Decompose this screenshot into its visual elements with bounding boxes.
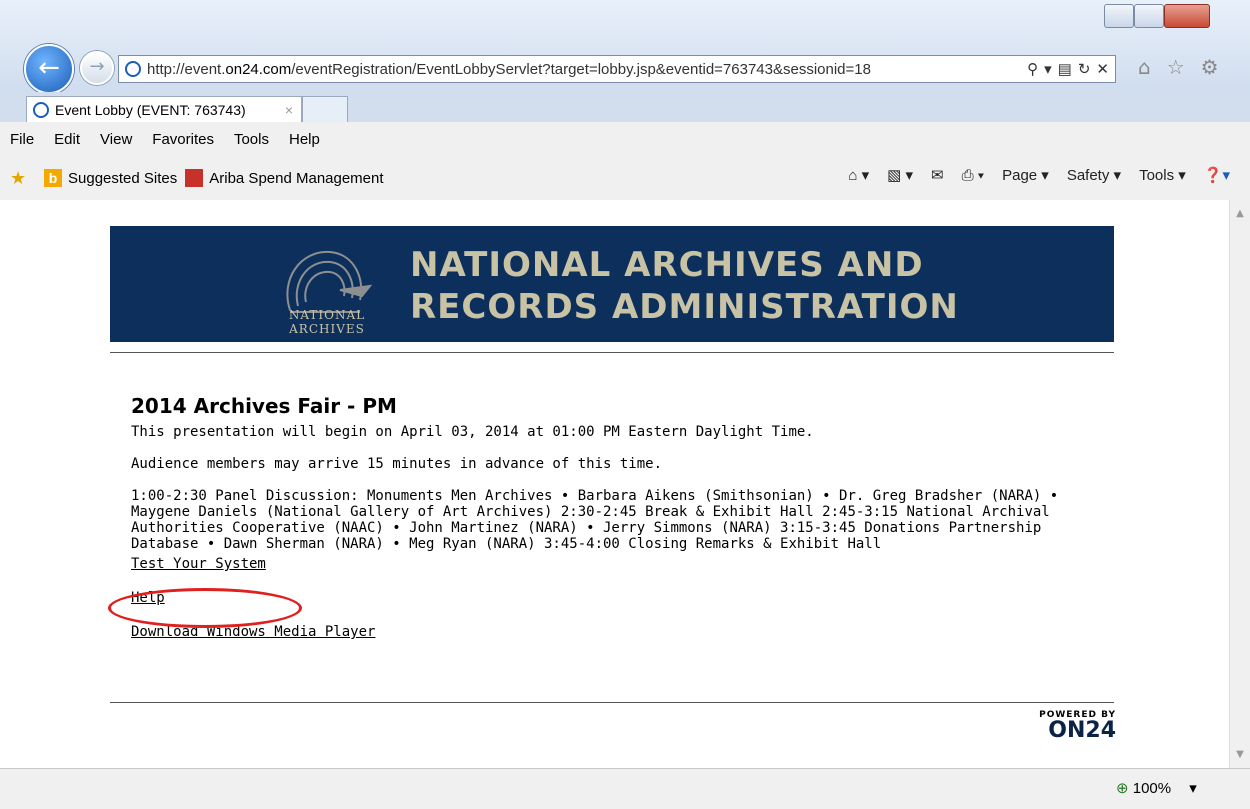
scroll-down-icon[interactable]: ▼	[1230, 749, 1250, 760]
test-system-link[interactable]: Test Your System	[131, 556, 1111, 572]
download-wmp-link[interactable]: Download Windows Media Player	[131, 624, 1111, 640]
banner-title-line1: NATIONAL ARCHIVES AND	[410, 245, 924, 285]
ariba-icon	[185, 169, 204, 187]
bottom-divider	[110, 702, 1114, 703]
fav-suggested-sites-label: Suggested Sites	[68, 169, 178, 187]
new-tab-button[interactable]	[302, 96, 348, 123]
page-menu[interactable]: Page ▾	[1002, 166, 1049, 184]
gear-icon[interactable]: ⚙	[1201, 55, 1219, 79]
back-button[interactable]: ←	[24, 44, 74, 94]
tab-event-lobby[interactable]: Event Lobby (EVENT: 763743) ×	[26, 96, 302, 123]
search-icon[interactable]: ⚲	[1027, 60, 1038, 78]
menu-file[interactable]: File	[0, 131, 44, 148]
banner-title-line2: RECORDS ADMINISTRATION	[410, 287, 959, 327]
dropdown-icon[interactable]: ▾	[1044, 60, 1052, 78]
status-bar: ⊕ 100% ▾	[0, 768, 1250, 809]
zoom-dropdown-icon[interactable]: ▾	[1189, 780, 1197, 797]
event-title: 2014 Archives Fair - PM	[131, 394, 397, 418]
home-icon[interactable]: ⌂	[1138, 55, 1151, 79]
tools-menu[interactable]: Tools ▾	[1139, 166, 1186, 184]
top-divider	[110, 352, 1114, 353]
seal-text-line1: NATIONAL	[288, 308, 366, 322]
zoom-control[interactable]: ⊕ 100% ▾	[1116, 779, 1197, 797]
fav-ariba[interactable]: Ariba Spend Management	[185, 169, 384, 187]
menu-bar: File Edit View Favorites Tools Help	[0, 122, 1250, 156]
event-begin-text: This presentation will begin on April 03…	[131, 424, 814, 440]
address-url[interactable]: http://event.on24.com/eventRegistration/…	[141, 61, 1021, 78]
tab-close-icon[interactable]: ×	[285, 102, 293, 118]
url-domain: on24.com	[225, 60, 292, 78]
back-arrow-icon: ←	[38, 53, 60, 83]
banner-title: NATIONAL ARCHIVES AND RECORDS ADMINISTRA…	[410, 244, 959, 328]
on24-brand: ON24	[1048, 718, 1116, 743]
help-icon[interactable]: ❓▾	[1204, 166, 1230, 184]
event-arrive-text: Audience members may arrive 15 minutes i…	[131, 456, 663, 472]
address-bar[interactable]: http://event.on24.com/eventRegistration/…	[118, 55, 1116, 83]
menu-view[interactable]: View	[90, 131, 142, 148]
close-button[interactable]	[1164, 4, 1210, 28]
command-bar: ⌂ ▾ ▧ ▾ ✉ ⎙ ▾ Page ▾ Safety ▾ Tools ▾ ❓▾	[848, 166, 1230, 185]
menu-help[interactable]: Help	[279, 131, 330, 148]
refresh-icon[interactable]: ↻	[1078, 60, 1091, 78]
vertical-scrollbar[interactable]: ▲ ▼	[1229, 200, 1250, 768]
forward-arrow-icon: →	[89, 56, 105, 77]
scroll-up-icon[interactable]: ▲	[1230, 208, 1250, 219]
page-viewport: NATIONAL ARCHIVES NATIONAL ARCHIVES AND …	[0, 200, 1230, 768]
fav-ariba-label: Ariba Spend Management	[209, 169, 384, 187]
site-icon	[125, 61, 141, 77]
feeds-icon[interactable]: ▧ ▾	[887, 166, 913, 184]
add-favorites-button[interactable]: ★	[10, 169, 34, 187]
powered-by-logo: POWERED BY ON24	[1032, 710, 1116, 742]
zoom-icon: ⊕	[1116, 780, 1129, 797]
forward-button[interactable]: →	[80, 51, 114, 85]
highlight-circle	[108, 588, 302, 628]
favorites-star-icon[interactable]: ☆	[1167, 55, 1185, 79]
event-agenda: 1:00-2:30 Panel Discussion: Monuments Me…	[131, 488, 1059, 552]
seal-text-line2: ARCHIVES	[289, 322, 365, 336]
maximize-button[interactable]	[1134, 4, 1164, 28]
zoom-level: 100%	[1132, 780, 1172, 797]
menu-edit[interactable]: Edit	[44, 131, 90, 148]
browser-window: ← → http://event.on24.com/eventRegistrat…	[0, 0, 1250, 809]
seal-text: NATIONAL ARCHIVES	[272, 308, 382, 336]
compat-view-icon[interactable]: ▤	[1058, 60, 1072, 78]
safety-menu[interactable]: Safety ▾	[1067, 166, 1121, 184]
nara-banner: NATIONAL ARCHIVES NATIONAL ARCHIVES AND …	[110, 226, 1114, 342]
home-dropdown-icon[interactable]: ⌂ ▾	[848, 166, 869, 184]
bing-icon: b	[44, 169, 62, 187]
minimize-button[interactable]	[1104, 4, 1134, 28]
tab-row: Event Lobby (EVENT: 763743) ×	[0, 92, 1250, 123]
stop-icon[interactable]: ✕	[1096, 60, 1109, 78]
print-icon[interactable]: ⎙ ▾	[962, 167, 984, 184]
title-bar: ← → http://event.on24.com/eventRegistrat…	[0, 0, 1250, 97]
menu-favorites[interactable]: Favorites	[142, 131, 224, 148]
url-suffix: /eventRegistration/EventLobbyServlet?tar…	[291, 60, 871, 78]
menu-tools[interactable]: Tools	[224, 131, 279, 148]
mail-icon[interactable]: ✉	[931, 166, 944, 184]
tab-title: Event Lobby (EVENT: 763743)	[55, 102, 246, 118]
fav-suggested-sites[interactable]: b Suggested Sites	[44, 169, 177, 187]
tab-site-icon	[33, 102, 49, 118]
url-prefix: http://event.	[147, 60, 226, 78]
favorites-star-add-icon: ★	[10, 168, 27, 188]
